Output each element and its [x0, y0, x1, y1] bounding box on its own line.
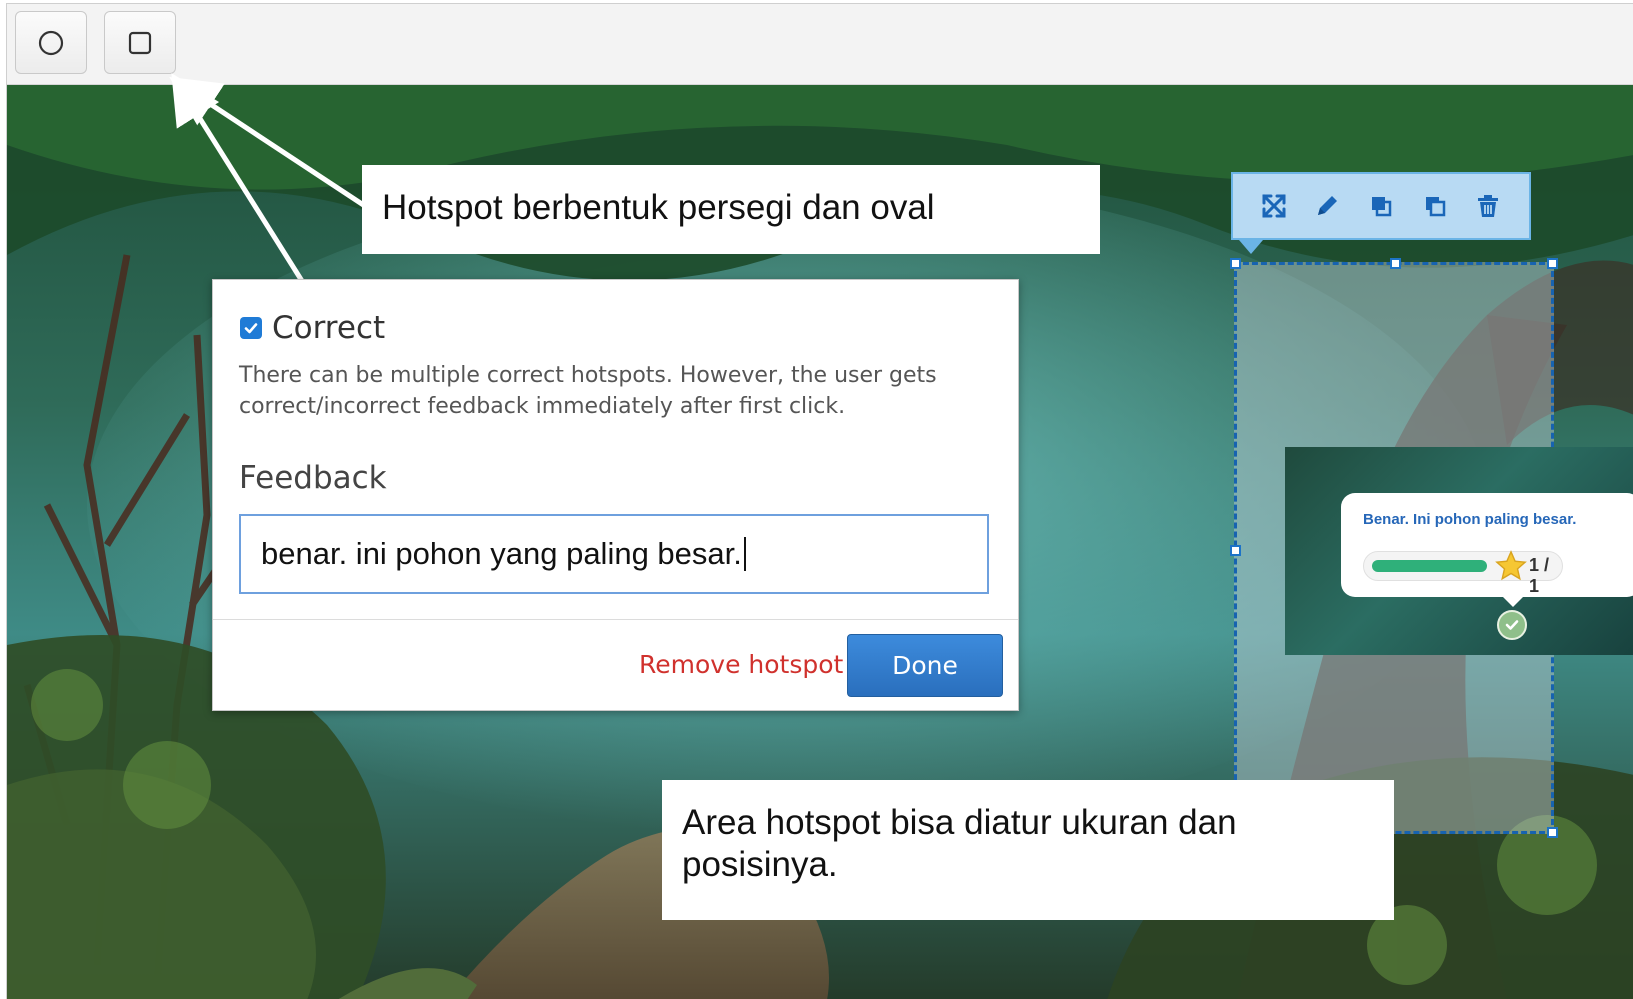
correct-label: Correct: [272, 310, 386, 346]
callout-resize: Area hotspot bisa diatur ukuran dan posi…: [662, 780, 1394, 920]
expand-icon[interactable]: [1256, 188, 1292, 224]
progress-bar-fill: [1372, 560, 1487, 572]
text-caret: [743, 537, 746, 571]
feedback-popup-text: Benar. Ini pohon paling besar.: [1363, 511, 1577, 528]
feedback-input-value: benar. ini pohon yang paling besar.: [261, 536, 742, 571]
square-icon: [128, 31, 152, 54]
resize-handle-bottom-right[interactable]: [1547, 827, 1558, 838]
correct-option[interactable]: Correct: [240, 310, 385, 346]
correct-help-text: There can be multiple correct hotspots. …: [239, 363, 937, 419]
remove-hotspot-link[interactable]: Remove hotspot: [639, 650, 843, 679]
pencil-icon[interactable]: [1309, 188, 1345, 224]
resize-handle-left[interactable]: [1230, 545, 1241, 556]
check-circle-icon: [1497, 610, 1527, 640]
rectangle-hotspot-button[interactable]: [104, 11, 176, 74]
done-button[interactable]: Done: [847, 634, 1003, 697]
resize-handle-top-left[interactable]: [1230, 258, 1241, 269]
hotspot-toolbar: [1231, 172, 1531, 254]
trash-icon[interactable]: [1470, 188, 1506, 224]
send-back-icon[interactable]: [1417, 188, 1453, 224]
score-progress: 1 / 1: [1363, 550, 1563, 596]
dialog-footer: Remove hotspot Done: [213, 619, 1018, 710]
feedback-label: Feedback: [239, 460, 387, 496]
oval-hotspot-button[interactable]: [15, 11, 87, 74]
hotspot-settings-dialog: Correct There can be multiple correct ho…: [212, 279, 1019, 711]
correct-checkbox[interactable]: [240, 317, 262, 339]
score-label: 1 / 1: [1529, 555, 1550, 596]
resize-handle-top[interactable]: [1390, 258, 1401, 269]
feedback-preview: Benar. Ini pohon paling besar. 1 / 1: [1285, 447, 1633, 655]
checkmark-icon: [244, 323, 258, 334]
callout-shapes: Hotspot berbentuk persegi dan oval: [362, 165, 1100, 254]
feedback-popup: Benar. Ini pohon paling besar. 1 / 1: [1341, 493, 1633, 607]
shape-toolbar: [7, 4, 1633, 85]
feedback-input[interactable]: benar. ini pohon yang paling besar.: [239, 514, 989, 594]
star-icon: [1495, 550, 1527, 581]
resize-handle-top-right[interactable]: [1547, 258, 1558, 269]
circle-icon: [38, 30, 64, 55]
bring-front-icon[interactable]: [1363, 188, 1399, 224]
